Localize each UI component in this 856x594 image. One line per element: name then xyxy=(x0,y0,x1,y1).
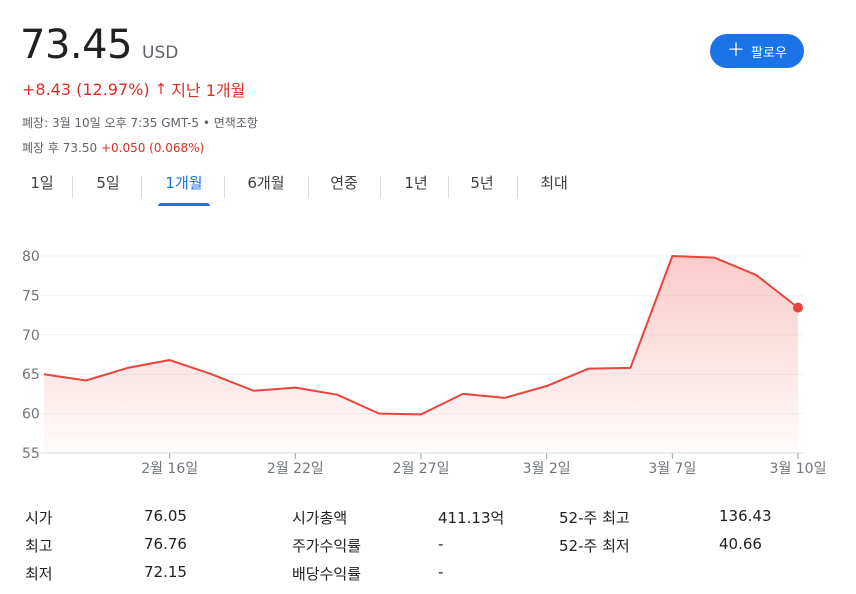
data-point xyxy=(461,392,465,396)
stat-52w-high-value: 136.43 xyxy=(719,507,772,525)
y-tick-label: 65 xyxy=(22,367,40,383)
data-point xyxy=(419,412,423,416)
close-info: 폐장: 3월 10일 오후 7:35 GMT-5 • 면책조항 xyxy=(22,116,258,130)
y-tick-label: 60 xyxy=(22,407,40,423)
tab-divider xyxy=(308,176,309,198)
data-point xyxy=(377,412,381,416)
range-tabs: 1일 5일 1개월 6개월 연중 1년 5년 최대 xyxy=(0,172,620,206)
period-label: 지난 1개월 xyxy=(171,81,246,100)
x-tick-label: 2월 27일 xyxy=(393,461,450,477)
data-point xyxy=(84,379,88,383)
data-point xyxy=(587,367,591,371)
tab-ytd[interactable]: 연중 xyxy=(322,172,366,202)
tab-divider xyxy=(380,176,381,198)
data-point xyxy=(210,372,214,376)
tab-5d[interactable]: 5일 xyxy=(88,172,128,202)
stat-52w-low-value: 40.66 xyxy=(719,535,762,553)
tab-1d[interactable]: 1일 xyxy=(22,172,62,202)
y-tick-label: 70 xyxy=(22,328,40,344)
plus-icon: ＋ xyxy=(727,40,746,61)
tab-divider xyxy=(448,176,449,198)
price-block: 73.45 USD xyxy=(20,22,178,68)
stat-dividend-label: 배당수익률 xyxy=(292,565,362,583)
y-tick-label: 75 xyxy=(22,288,40,304)
tab-divider xyxy=(141,176,142,198)
stat-open-value: 76.05 xyxy=(144,507,187,525)
data-point xyxy=(126,366,130,370)
price-chart[interactable]: 55 60 65 70 75 80 2월 16일 2월 22일 2월 27일 3월 2일 3월 7… xyxy=(0,240,856,485)
stat-open-label: 시가 xyxy=(25,509,53,527)
tab-6m[interactable]: 6개월 xyxy=(240,172,292,202)
data-point xyxy=(670,254,674,258)
data-point xyxy=(251,389,255,393)
data-point xyxy=(628,366,632,370)
tab-divider xyxy=(517,176,518,198)
tab-divider xyxy=(72,176,73,198)
stat-52w-high-label: 52-주 최고 xyxy=(559,509,630,527)
after-hours-change: +0.050 (0.068%) xyxy=(100,141,205,155)
y-tick-label: 80 xyxy=(22,249,40,265)
data-point xyxy=(168,358,172,362)
stat-52w-low-label: 52-주 최저 xyxy=(559,537,630,555)
x-tick-label: 2월 16일 xyxy=(141,461,198,477)
current-price-point xyxy=(793,302,803,313)
tab-1y[interactable]: 1년 xyxy=(396,172,436,202)
data-point xyxy=(754,273,758,277)
stat-dividend-value: - xyxy=(438,563,444,581)
data-point xyxy=(293,386,297,390)
tab-divider xyxy=(224,176,225,198)
change-value: +8.43 (12.97%) xyxy=(22,79,150,99)
after-hours-info: 폐장 후 73.50 +0.050 (0.068%) xyxy=(22,139,204,156)
x-tick-label: 3월 10일 xyxy=(770,461,827,477)
stat-marketcap-value: 411.13억 xyxy=(438,509,505,527)
data-point xyxy=(42,372,46,376)
price-change: +8.43 (12.97%) ↑ 지난 1개월 xyxy=(22,77,245,101)
data-point xyxy=(712,256,716,260)
data-point xyxy=(545,384,549,388)
x-tick-label: 3월 2일 xyxy=(523,461,571,477)
stat-high-value: 76.76 xyxy=(144,535,187,553)
x-tick-label: 3월 7일 xyxy=(648,461,696,477)
stat-high-label: 최고 xyxy=(25,537,53,555)
currency-label: USD xyxy=(142,43,179,63)
tab-5y[interactable]: 5년 xyxy=(462,172,502,202)
tab-1m[interactable]: 1개월 xyxy=(158,172,210,206)
arrow-up-icon: ↑ xyxy=(154,80,168,98)
price-area xyxy=(44,256,798,453)
stat-pe-label: 주가수익률 xyxy=(292,537,362,555)
tab-max[interactable]: 최대 xyxy=(532,172,576,202)
stat-low-value: 72.15 xyxy=(144,563,187,581)
stat-marketcap-label: 시가총액 xyxy=(292,509,348,527)
data-point xyxy=(503,396,507,400)
data-point xyxy=(335,393,339,397)
current-price: 73.45 xyxy=(20,22,133,68)
follow-button[interactable]: ＋ 팔로우 xyxy=(710,34,804,68)
follow-button-label: 팔로우 xyxy=(751,45,787,61)
y-tick-label: 55 xyxy=(22,446,40,462)
stat-pe-value: - xyxy=(438,535,444,553)
x-tick-label: 2월 22일 xyxy=(267,461,324,477)
stat-low-label: 최저 xyxy=(25,565,53,583)
after-hours-price: 폐장 후 73.50 xyxy=(22,141,98,155)
